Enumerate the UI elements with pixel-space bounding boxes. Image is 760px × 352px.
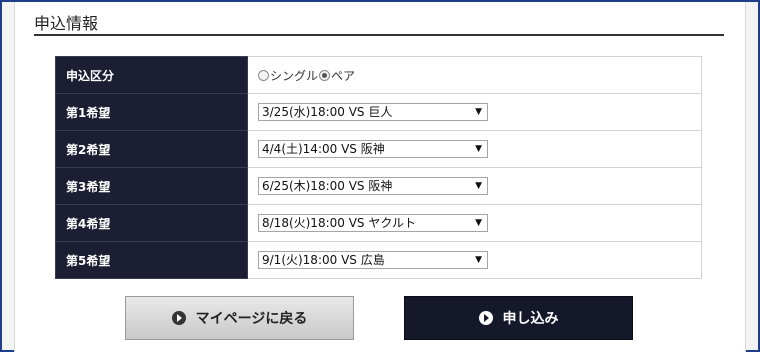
choice-2-label: 第2希望 — [55, 130, 248, 168]
type-radio-group: シングル ペア — [258, 67, 701, 84]
type-value-cell: シングル ペア — [247, 56, 702, 94]
application-form-table: 申込区分 シングル ペア 第1希望 3/25(水)18:00 VS 巨人 ▼ 第… — [55, 56, 702, 279]
play-circle-icon — [171, 311, 186, 325]
choice-3-select[interactable]: 6/25(木)18:00 VS 阪神 ▼ — [258, 177, 488, 195]
dropdown-arrow-icon: ▼ — [475, 218, 482, 228]
choice-2-cell: 4/4(土)14:00 VS 阪神 ▼ — [247, 130, 702, 168]
choice-5-cell: 9/1(火)18:00 VS 広島 ▼ — [247, 241, 702, 279]
choice-1-value: 3/25(水)18:00 VS 巨人 — [262, 105, 393, 119]
choice-4-value: 8/18(火)18:00 VS ヤクルト — [262, 216, 416, 230]
choice-1-label: 第1希望 — [55, 93, 248, 131]
back-to-mypage-button[interactable]: マイページに戻る — [125, 296, 354, 340]
choice-1-cell: 3/25(水)18:00 VS 巨人 ▼ — [247, 93, 702, 131]
choice-3-value: 6/25(木)18:00 VS 阪神 — [262, 179, 393, 193]
table-row: 第3希望 6/25(木)18:00 VS 阪神 ▼ — [55, 167, 702, 205]
choice-2-value: 4/4(土)14:00 VS 阪神 — [262, 142, 385, 156]
dropdown-arrow-icon: ▼ — [475, 144, 482, 154]
choice-4-label: 第4希望 — [55, 204, 248, 242]
dropdown-arrow-icon: ▼ — [475, 255, 482, 265]
choice-1-select[interactable]: 3/25(水)18:00 VS 巨人 ▼ — [258, 103, 488, 121]
submit-button-label: 申し込み — [502, 311, 559, 327]
choice-4-cell: 8/18(火)18:00 VS ヤクルト ▼ — [247, 204, 702, 242]
choice-5-value: 9/1(火)18:00 VS 広島 — [262, 253, 385, 267]
table-row: 第1希望 3/25(水)18:00 VS 巨人 ▼ — [55, 93, 702, 131]
radio-single[interactable] — [258, 69, 269, 81]
table-row: 第4希望 8/18(火)18:00 VS ヤクルト ▼ — [55, 204, 702, 242]
title-divider — [34, 34, 724, 36]
choice-4-select[interactable]: 8/18(火)18:00 VS ヤクルト ▼ — [258, 214, 488, 232]
choice-2-select[interactable]: 4/4(土)14:00 VS 阪神 ▼ — [258, 140, 488, 158]
section-title: 申込情報 — [34, 14, 99, 33]
table-row: 第2希望 4/4(土)14:00 VS 阪神 ▼ — [55, 130, 702, 168]
type-label: 申込区分 — [55, 56, 248, 94]
choice-5-select[interactable]: 9/1(火)18:00 VS 広島 ▼ — [258, 251, 488, 269]
play-circle-icon — [478, 311, 493, 325]
radio-pair[interactable] — [319, 69, 331, 81]
radio-single-label[interactable]: シングル — [270, 67, 318, 84]
dropdown-arrow-icon: ▼ — [475, 181, 482, 191]
table-row: 第5希望 9/1(火)18:00 VS 広島 ▼ — [55, 241, 702, 279]
dropdown-arrow-icon: ▼ — [475, 107, 482, 117]
choice-5-label: 第5希望 — [55, 241, 248, 279]
table-row: 申込区分 シングル ペア — [55, 56, 702, 94]
submit-application-button[interactable]: 申し込み — [404, 296, 633, 340]
back-button-label: マイページに戻る — [195, 311, 308, 327]
choice-3-cell: 6/25(木)18:00 VS 阪神 ▼ — [247, 167, 702, 205]
choice-3-label: 第3希望 — [55, 167, 248, 205]
radio-pair-label[interactable]: ペア — [331, 67, 355, 84]
